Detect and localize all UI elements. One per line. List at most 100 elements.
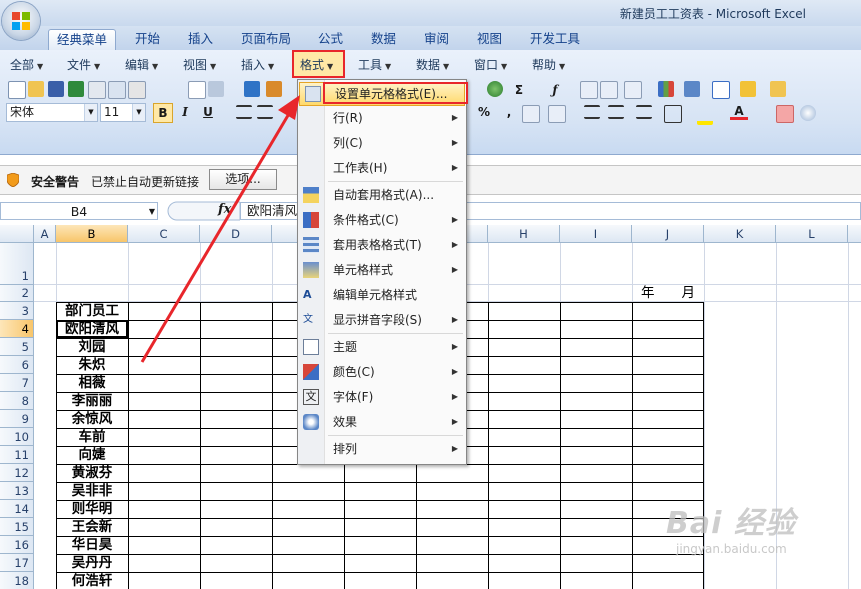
save-icon[interactable] [48,81,64,97]
column-header-h[interactable]: H [488,225,560,243]
find-icon[interactable] [800,105,816,121]
column-header-i[interactable]: I [560,225,632,243]
tab-classic-menu[interactable]: 经典菜单 [48,29,117,50]
column-header-k[interactable]: K [704,225,776,243]
row-header-16[interactable]: 16 [0,536,34,554]
menu-window[interactable]: 窗口 ▼ [474,54,507,76]
align-center-icon[interactable] [257,105,273,119]
autosum-icon[interactable]: Σ [510,81,528,99]
excel-icon[interactable] [68,81,84,97]
column-header-c[interactable]: C [128,225,200,243]
menu-all[interactable]: 全部 ▼ [10,54,43,76]
row-header-4[interactable]: 4 [0,320,34,338]
increase-indent-icon[interactable] [608,105,624,119]
menu-item-cell-style[interactable]: 单元格样式 ▶ [298,258,466,282]
row-header-18[interactable]: 18 [0,572,34,589]
column-header-j[interactable]: J [632,225,704,243]
tab-review[interactable]: 审阅 [416,29,457,49]
cell-b3[interactable]: 部门员工 [56,302,128,320]
permission-icon[interactable] [88,81,106,99]
row-header-10[interactable]: 10 [0,428,34,446]
name-box[interactable]: B4 ▼ [0,202,158,220]
row-header-8[interactable]: 8 [0,392,34,410]
decrease-indent-icon[interactable] [584,105,600,119]
new-file-icon[interactable] [8,81,26,99]
row-header-11[interactable]: 11 [0,446,34,464]
row-header-13[interactable]: 13 [0,482,34,500]
insert-function-icon[interactable]: ƒ [546,81,564,99]
cell-b7[interactable]: 相薇 [56,374,128,392]
cell-b18[interactable]: 何浩轩 [56,572,128,589]
cell-b13[interactable]: 吴非非 [56,482,128,500]
align-right-icon[interactable] [636,105,652,119]
cell-b15[interactable]: 王会新 [56,518,128,536]
sort-descending-icon[interactable] [600,81,618,99]
row-header-6[interactable]: 6 [0,356,34,374]
tab-home[interactable]: 开始 [127,29,168,49]
cell-j2[interactable]: 年 月 [632,285,704,302]
drawing-icon[interactable] [684,81,700,97]
menu-file[interactable]: 文件 ▼ [67,54,100,76]
percent-button[interactable]: % [475,103,493,121]
font-size-combo[interactable]: 11 ▼ [100,103,146,122]
row-header-14[interactable]: 14 [0,500,34,518]
menu-item-table-style[interactable]: 套用表格格式(T) ▶ [298,233,466,257]
row-header-3[interactable]: 3 [0,302,34,320]
open-folder-icon[interactable] [28,81,44,97]
chart-icon[interactable] [658,81,674,97]
menu-tools[interactable]: 工具 ▼ [358,54,391,76]
cell-b10[interactable]: 车前 [56,428,128,446]
print-icon[interactable] [128,81,146,99]
row-header-5[interactable]: 5 [0,338,34,356]
email-icon[interactable] [108,81,126,99]
menu-item-autoformat[interactable]: 自动套用格式(A)... [298,183,466,207]
cell-b14[interactable]: 则华明 [56,500,128,518]
research-icon[interactable] [266,81,282,97]
decrease-decimal-icon[interactable] [548,105,566,123]
row-header-9[interactable]: 9 [0,410,34,428]
row-header-12[interactable]: 12 [0,464,34,482]
menu-item-conditional-format[interactable]: 条件格式(C) ▶ [298,208,466,232]
styles-icon[interactable] [776,105,794,123]
row-header-2[interactable]: 2 [0,285,34,302]
menu-item-phonetic[interactable]: 文 显示拼音字段(S) ▶ [298,308,466,332]
align-left-icon[interactable] [236,105,252,119]
increase-decimal-icon[interactable] [522,105,540,123]
row-header-7[interactable]: 7 [0,374,34,392]
cell-b6[interactable]: 朱炽 [56,356,128,374]
row-header-17[interactable]: 17 [0,554,34,572]
show-grid-icon[interactable] [712,81,730,99]
tab-formulas[interactable]: 公式 [310,29,351,49]
menu-edit[interactable]: 编辑 ▼ [125,54,158,76]
spelling-icon[interactable] [244,81,260,97]
column-header-m[interactable] [848,225,861,243]
sort-ascending-icon[interactable] [580,81,598,99]
menu-item-theme[interactable]: 主题 ▶ [298,335,466,359]
menu-insert[interactable]: 插入 ▼ [241,54,274,76]
menu-item-edit-style[interactable]: A 编辑单元格样式 [298,283,466,307]
row-header-1[interactable]: 1 [0,243,34,285]
tab-developer[interactable]: 开发工具 [522,29,588,49]
office-button[interactable] [2,2,40,40]
hyperlink-icon[interactable] [487,81,503,97]
menu-item-column[interactable]: 列(C) ▶ [298,131,466,155]
column-header-l[interactable]: L [776,225,848,243]
cell-b17[interactable]: 吴丹丹 [56,554,128,572]
font-color-icon[interactable]: A [730,102,748,120]
error-check-icon[interactable] [740,81,756,97]
menu-item-arrange[interactable]: 排列 ▶ [298,437,466,461]
column-header-b[interactable]: B [56,225,128,243]
fill-color-icon[interactable] [697,105,713,125]
filter-icon[interactable] [624,81,642,99]
underline-button[interactable]: U [199,103,217,121]
cell-b4[interactable]: 欧阳清风 [56,320,128,338]
cell-b11[interactable]: 向婕 [56,446,128,464]
menu-item-sheet[interactable]: 工作表(H) ▶ [298,156,466,180]
tab-page-layout[interactable]: 页面布局 [233,29,299,49]
folder-options-icon[interactable] [770,81,786,97]
menu-format[interactable]: 格式 ▼ [300,54,333,76]
menu-data[interactable]: 数据 ▼ [416,54,449,76]
security-options-button[interactable]: 选项... [209,169,277,190]
select-all-corner[interactable] [0,225,34,243]
menu-item-font[interactable]: 文 字体(F) ▶ [298,385,466,409]
